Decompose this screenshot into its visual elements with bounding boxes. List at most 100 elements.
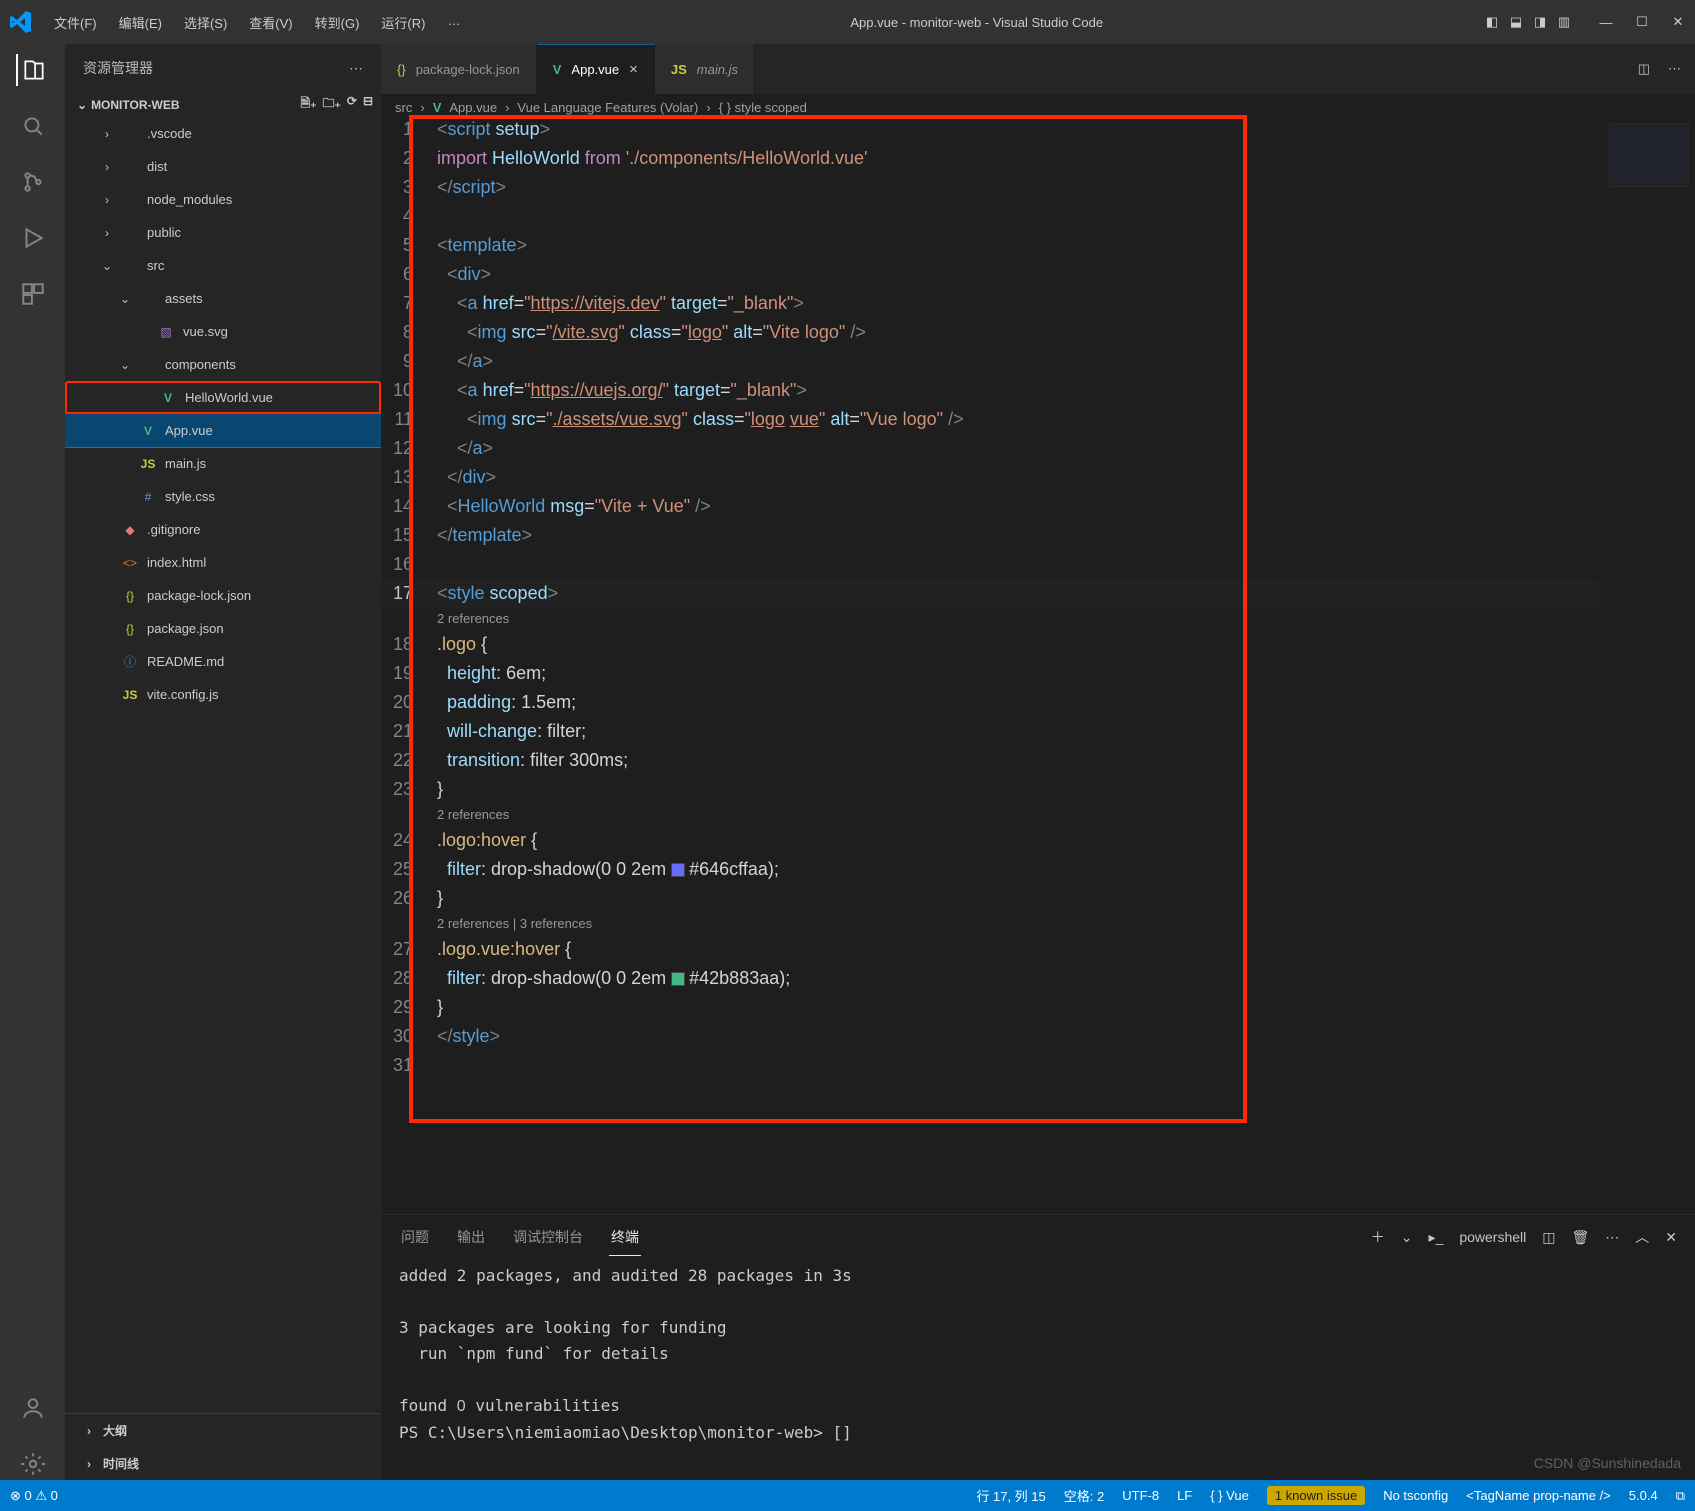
status-feedback-icon[interactable]: ⧉ [1676,1488,1685,1504]
panel-close-icon[interactable]: ✕ [1665,1229,1677,1246]
tree-item-package-lock.json[interactable]: {}package-lock.json [65,579,381,612]
code-line[interactable]: 19 height: 6em; [381,659,1599,688]
panel-maximize-icon[interactable]: ︿ [1635,1227,1649,1247]
terminal-more-icon[interactable]: ⋯ [1605,1229,1619,1246]
tab-more-icon[interactable]: ⋯ [1668,61,1681,77]
tree-item-style.css[interactable]: #style.css [65,480,381,513]
code-line[interactable]: 23} [381,775,1599,804]
menu-select[interactable]: 选择(S) [174,9,237,36]
code-line[interactable]: 29} [381,993,1599,1022]
tree-item-main.js[interactable]: JSmain.js [65,447,381,480]
project-row[interactable]: ⌄MONITOR-WEB 🗎₊ 🗀₊ ⟳ ⊟ [65,92,381,117]
timeline-section[interactable]: ›时间线 [65,1447,381,1480]
code-line[interactable]: 1<script setup> [381,115,1599,144]
close-icon[interactable]: ✕ [1669,13,1687,31]
code-line[interactable]: 27.logo.vue:hover { [381,935,1599,964]
tree-item-components[interactable]: ⌄components [65,348,381,381]
explorer-icon[interactable] [16,54,48,86]
status-known-issue[interactable]: 1 known issue [1267,1486,1365,1505]
code-line[interactable]: 31 [381,1051,1599,1080]
minimap[interactable] [1599,115,1695,1214]
file-tree[interactable]: ›.vscode›dist›node_modules›public⌄src⌄as… [65,117,381,1413]
tab-close-icon[interactable]: × [629,61,638,78]
menu-file[interactable]: 文件(F) [44,9,107,36]
code-line[interactable]: 18.logo { [381,630,1599,659]
search-icon[interactable] [17,110,49,142]
status-encoding[interactable]: UTF-8 [1122,1488,1159,1503]
code-line[interactable]: 11 <img src="./assets/vue.svg" class="lo… [381,405,1599,434]
tree-item-HelloWorld.vue[interactable]: VHelloWorld.vue [65,381,381,414]
status-errors[interactable]: ⊗ 0 ⚠ 0 [10,1488,58,1504]
code-line[interactable]: 30</style> [381,1022,1599,1051]
menu-more[interactable]: … [437,9,470,36]
terminal-split-dropdown-icon[interactable]: ⌄ [1401,1229,1413,1246]
tree-item-src[interactable]: ⌄src [65,249,381,282]
tree-item-App.vue[interactable]: VApp.vue [65,414,381,447]
editor-body[interactable]: 1<script setup>2import HelloWorld from '… [381,115,1695,1214]
outline-section[interactable]: ›大纲 [65,1414,381,1447]
tree-item-public[interactable]: ›public [65,216,381,249]
code-line[interactable]: 16 [381,550,1599,579]
code-line[interactable]: 2import HelloWorld from './components/He… [381,144,1599,173]
tree-item-.gitignore[interactable]: ◆.gitignore [65,513,381,546]
tree-item-index.html[interactable]: <>index.html [65,546,381,579]
menu-run[interactable]: 运行(R) [371,9,435,36]
code-line[interactable]: 7 <a href="https://vitejs.dev" target="_… [381,289,1599,318]
collapse-icon[interactable]: ⊟ [363,94,373,115]
terminal-shell-label[interactable]: powershell [1459,1229,1526,1245]
new-file-icon[interactable]: 🗎₊ [301,94,317,115]
layout-sidebar-left-icon[interactable]: ◧ [1483,13,1501,31]
layout-sidebar-right-icon[interactable]: ◨ [1531,13,1549,31]
code-line[interactable]: 10 <a href="https://vuejs.org/" target="… [381,376,1599,405]
codelens[interactable]: 2 references [381,804,1599,826]
terminal-body[interactable]: added 2 packages, and audited 28 package… [381,1259,1695,1480]
code-line[interactable]: 25 filter: drop-shadow(0 0 2em #646cffaa… [381,855,1599,884]
menu-goto[interactable]: 转到(G) [305,9,370,36]
code-line[interactable]: 28 filter: drop-shadow(0 0 2em #42b883aa… [381,964,1599,993]
tree-item-vite.config.js[interactable]: JSvite.config.js [65,678,381,711]
layout-custom-icon[interactable]: ▥ [1555,13,1573,31]
code-line[interactable]: 22 transition: filter 300ms; [381,746,1599,775]
code-line[interactable]: 24.logo:hover { [381,826,1599,855]
tree-item-.vscode[interactable]: ›.vscode [65,117,381,150]
codelens[interactable]: 2 references | 3 references [381,913,1599,935]
sidebar-more-icon[interactable]: ⋯ [349,60,363,77]
code-line[interactable]: 9 </a> [381,347,1599,376]
code-line[interactable]: 3</script> [381,173,1599,202]
terminal-trash-icon[interactable]: 🗑 [1571,1229,1589,1246]
tab-App.vue[interactable]: VApp.vue× [537,44,655,94]
menu-view[interactable]: 查看(V) [239,9,302,36]
new-folder-icon[interactable]: 🗀₊ [323,94,341,115]
status-cursor[interactable]: 行 17, 列 15 [976,1486,1045,1505]
code-line[interactable]: 20 padding: 1.5em; [381,688,1599,717]
code-line[interactable]: 6 <div> [381,260,1599,289]
code-line[interactable]: 5<template> [381,231,1599,260]
accounts-icon[interactable] [17,1392,49,1424]
status-indent[interactable]: 空格: 2 [1064,1486,1104,1505]
code-line[interactable]: 4 [381,202,1599,231]
menu-edit[interactable]: 编辑(E) [109,9,172,36]
refresh-icon[interactable]: ⟳ [347,94,357,115]
maximize-icon[interactable]: ☐ [1633,13,1651,31]
status-tsconfig[interactable]: No tsconfig [1383,1488,1448,1503]
terminal-new-icon[interactable]: ＋ [1371,1227,1385,1247]
status-tagcase[interactable]: <TagName prop-name /> [1466,1488,1611,1503]
tree-item-dist[interactable]: ›dist [65,150,381,183]
tree-item-package.json[interactable]: {}package.json [65,612,381,645]
code-line[interactable]: 21 will-change: filter; [381,717,1599,746]
status-version[interactable]: 5.0.4 [1629,1488,1658,1503]
codelens[interactable]: 2 references [381,608,1599,630]
status-eol[interactable]: LF [1177,1488,1192,1503]
code-line[interactable]: 26} [381,884,1599,913]
code-line[interactable]: 8 <img src="/vite.svg" class="logo" alt=… [381,318,1599,347]
tab-main.js[interactable]: JSmain.js [655,44,755,94]
tree-item-vue.svg[interactable]: ▧vue.svg [65,315,381,348]
tree-item-node_modules[interactable]: ›node_modules [65,183,381,216]
panel-tab-terminal[interactable]: 终端 [609,1219,641,1256]
code-line[interactable]: 17<style scoped> [381,579,1599,608]
status-language[interactable]: { } Vue [1210,1488,1249,1503]
panel-tab-problems[interactable]: 问题 [399,1219,431,1255]
terminal-split-icon[interactable]: ◫ [1542,1229,1555,1246]
code-line[interactable]: 15</template> [381,521,1599,550]
settings-gear-icon[interactable] [17,1448,49,1480]
